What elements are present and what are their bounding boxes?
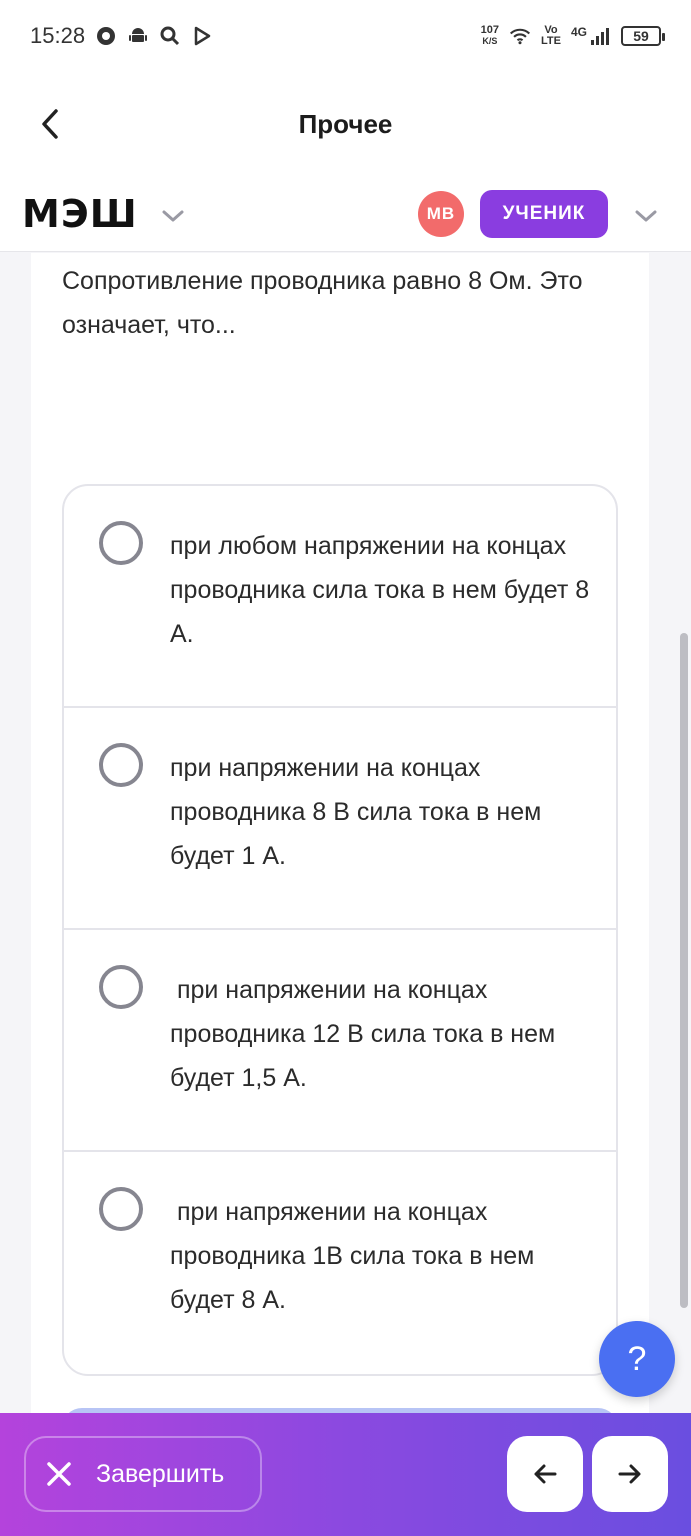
arrow-right-icon [618, 1464, 641, 1484]
answer-option-text: при напряжении на концах проводника 8 В … [170, 754, 542, 870]
network-type: 4G [570, 25, 587, 39]
status-bar: 15:28 107 K/S Vo LTE 4G 59 [0, 0, 691, 72]
answer-option[interactable]: при напряжении на концах проводника 8 В … [64, 708, 616, 930]
role-badge[interactable]: УЧЕНИК [480, 190, 608, 238]
scrollbar[interactable] [680, 633, 688, 1308]
radio-button[interactable] [99, 521, 143, 565]
brand-bar: МЭШ МВ УЧЕНИК [0, 176, 691, 252]
answer-option[interactable]: при напряжении на концах проводника 12 В… [64, 930, 616, 1152]
chevron-down-icon[interactable] [633, 203, 659, 229]
app-header: Прочее [0, 72, 691, 176]
finish-button[interactable]: Завершить [24, 1436, 262, 1512]
radio-button[interactable] [99, 965, 143, 1009]
radio-button[interactable] [99, 743, 143, 787]
volte-bottom: LTE [541, 35, 561, 47]
battery-icon: 59 [621, 26, 665, 46]
question-text: Сопротивление проводника равно 8 Ом. Это… [62, 267, 583, 339]
network-speed: 107 K/S [481, 25, 499, 47]
browser-icon [95, 25, 117, 47]
android-icon [127, 25, 149, 47]
next-question-button[interactable] [592, 1436, 668, 1512]
answer-options: при любом напряжении на концах проводник… [62, 484, 618, 1376]
arrow-left-icon [534, 1464, 557, 1484]
answer-option[interactable]: при любом напряжении на концах проводник… [64, 486, 616, 708]
volte-indicator: Vo LTE [541, 25, 561, 47]
answer-option-text: при напряжении на концах проводника 12 В… [170, 976, 563, 1092]
signal-icon [589, 25, 611, 47]
answer-option[interactable]: при напряжении на концах проводника 1В с… [64, 1152, 616, 1374]
battery-level: 59 [633, 28, 649, 44]
status-time: 15:28 [30, 23, 86, 48]
back-button[interactable] [30, 104, 70, 144]
speed-value: 107 [480, 24, 500, 36]
radio-button[interactable] [99, 1187, 143, 1231]
chevron-down-icon[interactable] [160, 203, 186, 229]
avatar[interactable]: МВ [418, 191, 464, 237]
answer-option-text: при любом напряжении на концах проводник… [170, 532, 590, 648]
page-title: Прочее [298, 108, 393, 139]
previous-question-button[interactable] [507, 1436, 583, 1512]
brand-logo[interactable]: МЭШ [22, 192, 138, 236]
speed-unit: K/S [482, 36, 498, 46]
wifi-icon [509, 25, 531, 47]
question-card: Сопротивление проводника равно 8 Ом. Это… [31, 253, 649, 1448]
search-icon [159, 25, 181, 47]
answer-option-text: при напряжении на концах проводника 1В с… [170, 1198, 542, 1314]
play-store-icon [191, 25, 213, 47]
chevron-left-icon [42, 109, 58, 139]
bottom-bar: Завершить [0, 1413, 691, 1536]
close-icon [47, 1462, 71, 1486]
help-button[interactable]: ? [599, 1321, 675, 1397]
finish-label: Завершить [96, 1459, 225, 1488]
